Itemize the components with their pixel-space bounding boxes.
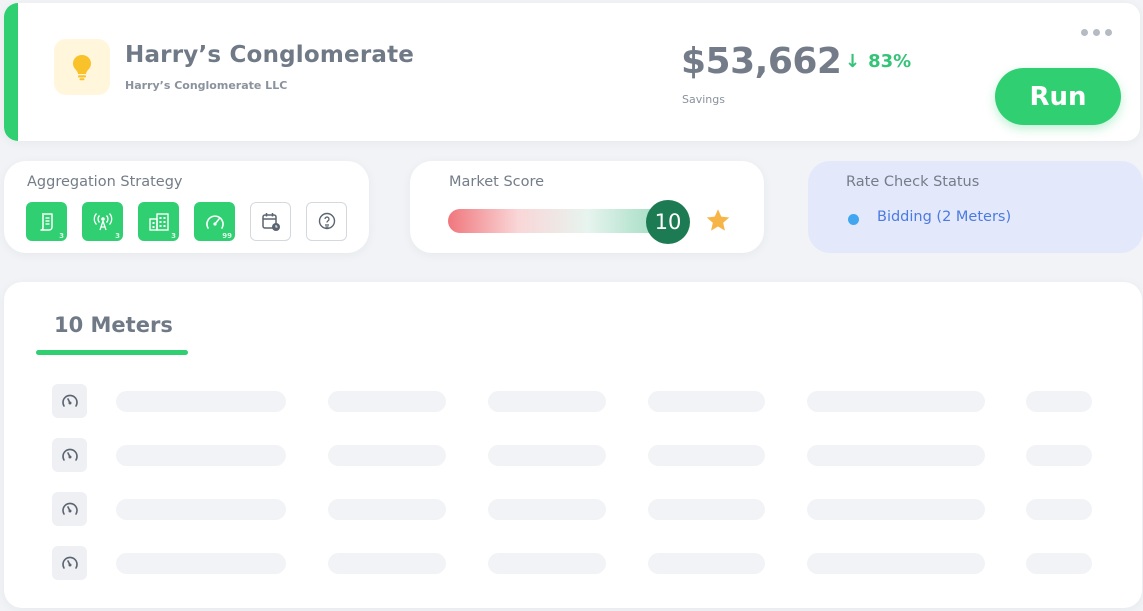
skeleton-cell (328, 391, 446, 412)
skeleton-cell (648, 553, 765, 574)
arrow-down-icon: ↓ (845, 51, 861, 72)
meter-gauge-icon (61, 556, 78, 569)
chip-count: 3 (115, 232, 120, 240)
gauge-icon (205, 214, 224, 229)
skeleton-cell (807, 553, 985, 574)
skeleton-cell (116, 391, 286, 412)
savings-label: Savings (682, 93, 725, 106)
skeleton-cell (807, 499, 985, 520)
savings-value: $53,662 (681, 41, 842, 82)
company-logo (54, 39, 110, 95)
market-score-badge: 10 (646, 200, 690, 244)
skeleton-cell (116, 499, 286, 520)
rate-check-status-card: Rate Check Status Bidding (2 Meters) (808, 161, 1143, 253)
meter-gauge-icon (61, 502, 78, 515)
lightbulb-icon (73, 55, 91, 81)
skeleton-cell (488, 553, 606, 574)
market-score-title: Market Score (449, 174, 545, 190)
skeleton-cell (807, 391, 985, 412)
skeleton-cell (648, 391, 765, 412)
bill-icon (39, 212, 53, 231)
skeleton-cell (328, 553, 446, 574)
building-icon (148, 212, 169, 231)
table-row[interactable] (4, 546, 1142, 580)
more-options-button[interactable] (1076, 21, 1116, 43)
skeleton-cell (328, 499, 446, 520)
status-dot (848, 214, 859, 225)
dot-icon (1092, 28, 1100, 36)
calendar-clock-icon (261, 212, 280, 231)
skeleton-cell (1026, 499, 1092, 520)
skeleton-cell (488, 499, 606, 520)
skeleton-cell (488, 391, 606, 412)
table-row[interactable] (4, 438, 1142, 472)
meter-icon-button[interactable] (52, 438, 87, 472)
tab-active-indicator (36, 350, 188, 355)
strategy-chip-idea[interactable] (306, 202, 347, 241)
chip-count: 99 (222, 232, 232, 240)
company-legal-name: Harry’s Conglomerate LLC (125, 79, 288, 92)
meter-gauge-icon (61, 448, 78, 461)
rate-check-status-title: Rate Check Status (846, 174, 980, 190)
meter-icon-button[interactable] (52, 384, 87, 418)
savings-trend-percent: 83% (868, 51, 912, 72)
aggregation-strategy-card: Aggregation Strategy 3 3 3 99 (4, 161, 369, 253)
skeleton-cell (648, 499, 765, 520)
lightbulb-outline-icon (318, 212, 335, 229)
skeleton-cell (1026, 445, 1092, 466)
skeleton-cell (328, 445, 446, 466)
aggregation-strategy-title: Aggregation Strategy (27, 174, 183, 190)
table-row[interactable] (4, 492, 1142, 526)
skeleton-cell (807, 445, 985, 466)
strategy-chip-building[interactable]: 3 (138, 202, 179, 241)
skeleton-cell (116, 445, 286, 466)
strategy-chip-schedule[interactable] (250, 202, 291, 241)
table-row[interactable] (4, 384, 1142, 418)
company-header-card: Harry’s Conglomerate Harry’s Conglomerat… (4, 3, 1140, 141)
chip-count: 3 (59, 232, 64, 240)
skeleton-cell (1026, 391, 1092, 412)
meter-icon-button[interactable] (52, 492, 87, 526)
meter-icon-button[interactable] (52, 546, 87, 580)
company-name: Harry’s Conglomerate (125, 42, 415, 68)
market-score-card: Market Score 10 (410, 161, 764, 253)
tab-meters[interactable]: 10 Meters (54, 313, 173, 337)
signal-tower-icon (93, 212, 112, 230)
dot-icon (1104, 28, 1112, 36)
savings-trend: ↓ 83% (845, 51, 911, 72)
star-icon (706, 209, 730, 231)
meter-gauge-icon (61, 394, 78, 407)
skeleton-cell (488, 445, 606, 466)
skeleton-cell (648, 445, 765, 466)
meters-card: 10 Meters (4, 282, 1142, 608)
accent-bar (4, 3, 18, 141)
dot-icon (1080, 28, 1088, 36)
skeleton-cell (116, 553, 286, 574)
skeleton-cell (1026, 553, 1092, 574)
chip-count: 3 (171, 232, 176, 240)
rate-check-status-text[interactable]: Bidding (2 Meters) (877, 209, 1011, 225)
strategy-chip-gauge[interactable]: 99 (194, 202, 235, 241)
strategy-chip-signal[interactable]: 3 (82, 202, 123, 241)
run-button[interactable]: Run (995, 68, 1121, 125)
strategy-chip-bill[interactable]: 3 (26, 202, 67, 241)
